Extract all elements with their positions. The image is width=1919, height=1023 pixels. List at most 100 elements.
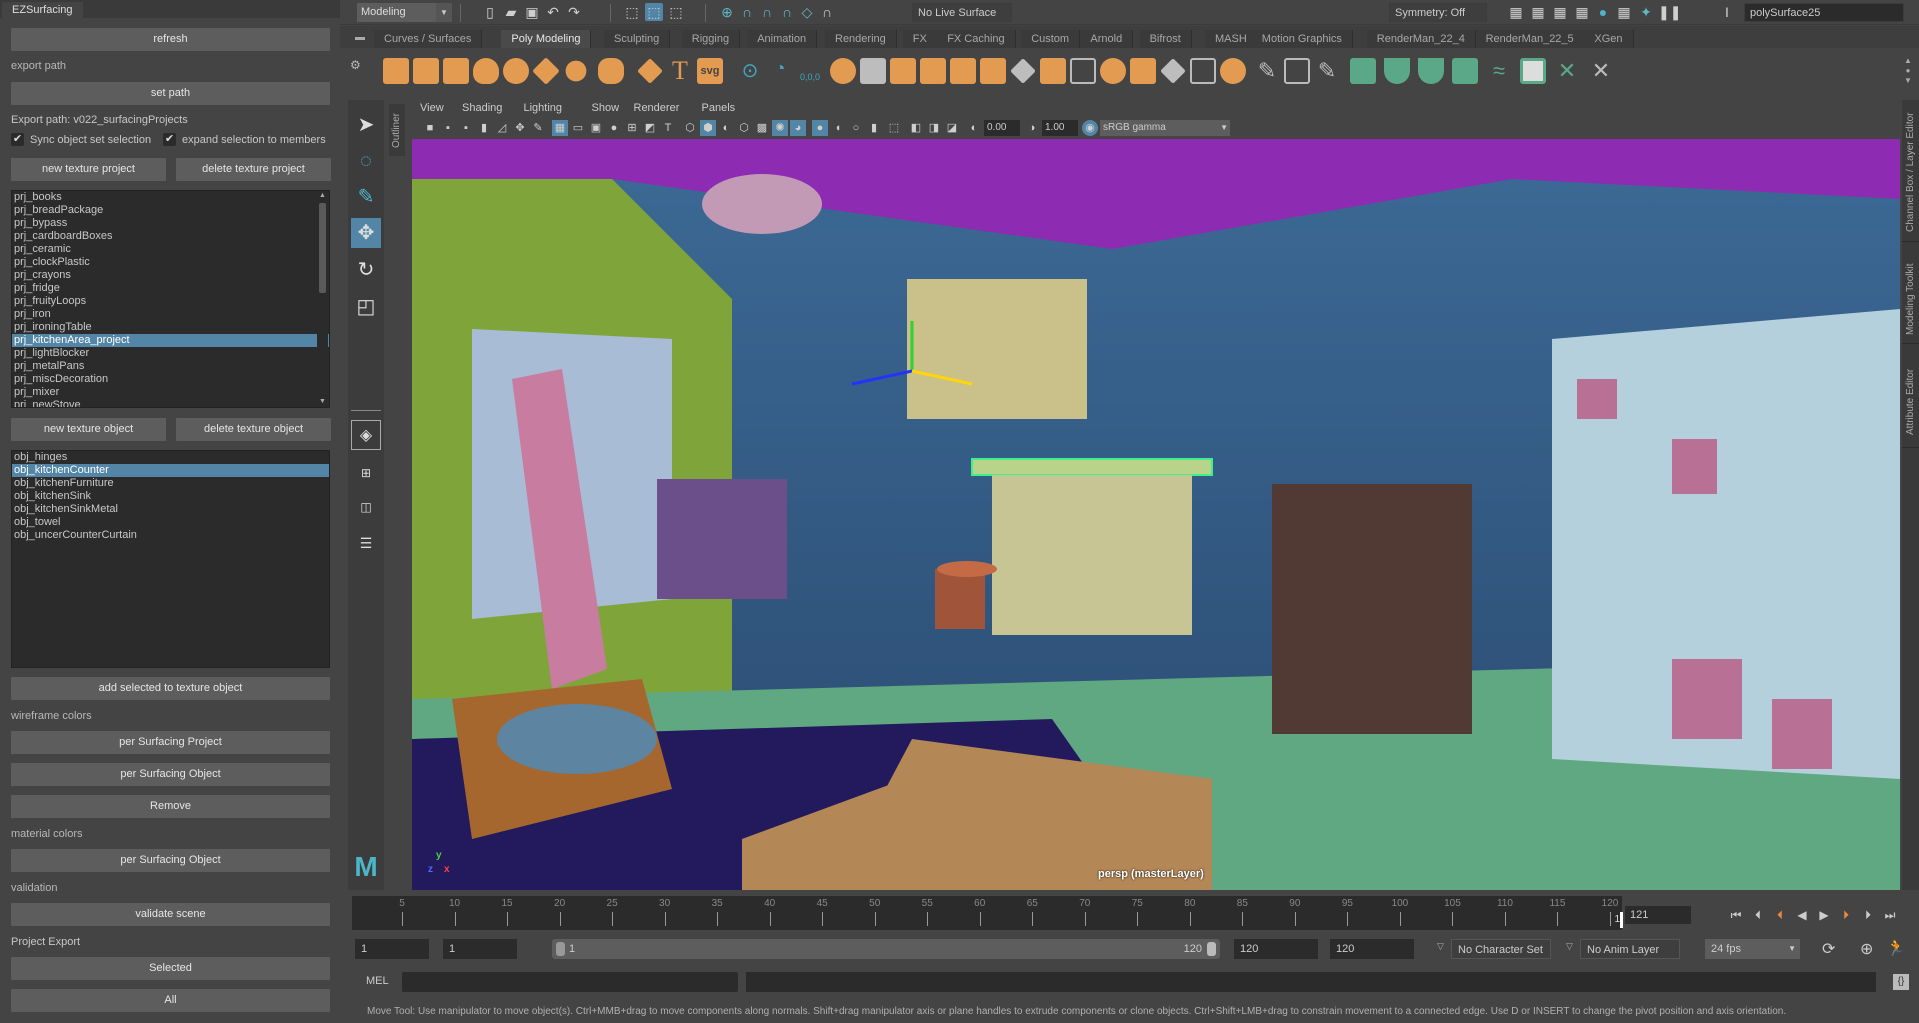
play-forwards-icon[interactable]: ▶ [1815,906,1833,924]
go-to-start-icon[interactable]: ⏮ [1727,906,1745,924]
wireframe-on-shaded-icon[interactable]: ⬡ [736,120,752,136]
snap-to-view-plane-icon[interactable]: ∩ [778,3,796,21]
export-selected-button[interactable]: Selected [11,957,330,980]
chevron-down-icon[interactable]: ▽ [1566,941,1573,952]
shelf-tab[interactable]: FX [902,30,938,48]
snap-projected-icon[interactable]: ∩ [818,3,836,21]
redo-icon[interactable]: ↷ [565,3,583,21]
isolate-select-icon[interactable]: ⬚ [886,120,902,136]
anti-aliasing-icon[interactable]: ○ [848,120,864,136]
project-list-item[interactable]: prj_bypass [12,217,329,230]
append-polygon-icon[interactable] [1130,58,1156,84]
panel-menu-view[interactable]: View [420,102,444,114]
new-scene-icon[interactable]: ▯ [481,3,499,21]
shelf-tab[interactable]: XGen [1584,30,1634,48]
unfold-icon[interactable]: ✕ [1554,58,1580,84]
make-live-icon[interactable]: ◇ [798,3,816,21]
gate-mask-icon[interactable]: ● [606,120,622,136]
grid-icon[interactable]: ▦ [552,120,568,136]
automatic-map-icon[interactable] [1452,58,1478,84]
poly-sphere-icon[interactable] [383,58,409,84]
new-texture-object-button[interactable]: new texture object [11,418,166,441]
gamma-field[interactable]: 1.00 [1042,120,1078,136]
hypershade-icon[interactable]: ● [1594,3,1612,21]
project-list-item[interactable]: prj_miscDecoration [12,373,329,386]
spherical-map-icon[interactable] [1418,58,1444,84]
shadows-icon[interactable]: ◕ [790,120,806,136]
uv-editor-icon[interactable] [1520,58,1546,84]
two-view-layout-icon[interactable]: ◫ [351,492,381,522]
undo-icon[interactable]: ↶ [544,3,562,21]
anim-layer-dropdown[interactable]: No Anim Layer [1580,939,1680,959]
lasso-tool-icon[interactable]: ◌ [351,146,381,176]
shelf-tab[interactable]: MASH [1205,30,1258,48]
channel-box-tab[interactable]: Channel Box / Layer Editor [1902,104,1919,242]
render-view-icon[interactable]: ▦ [1507,3,1525,21]
shelf-tab[interactable]: Bifrost [1139,30,1192,48]
shelf-tab[interactable]: Sculpting [604,30,671,48]
contour-stretch-icon[interactable]: ≈ [1486,58,1512,84]
modeling-toolkit-tab[interactable]: Modeling Toolkit [1902,256,1919,344]
film-gate-icon[interactable]: ▭ [570,120,586,136]
poly-torus-icon[interactable] [503,58,529,84]
input-line-mode-icon[interactable]: I [1718,3,1736,21]
live-surface-field[interactable]: No Live Surface [912,3,1012,22]
shelf-tab[interactable]: Custom [1021,30,1081,48]
platonic-solids-icon[interactable] [598,58,624,84]
image-plane-icon[interactable]: ◿ [494,120,510,136]
scene-start-field[interactable]: 1 [355,939,429,959]
field-chart-icon[interactable]: ⊞ [624,120,640,136]
set-path-button[interactable]: set path [11,82,330,105]
step-forward-key-icon[interactable]: ⏵ [1859,906,1877,924]
shelf-tab[interactable]: Poly Modeling [501,30,592,48]
wireframe-icon[interactable]: ⬡ [682,120,698,136]
planar-map-icon[interactable] [1350,58,1376,84]
object-list-item[interactable]: obj_kitchenSinkMetal [12,503,329,516]
xray-icon[interactable]: ◧ [908,120,924,136]
cylindrical-map-icon[interactable] [1384,58,1410,84]
reduce-icon[interactable] [950,58,976,84]
resolution-gate-icon[interactable]: ▣ [588,120,604,136]
select-by-object-icon[interactable]: ⬚ [645,3,663,21]
range-end-handle[interactable] [1207,942,1216,956]
loop-icon[interactable]: ⟳ [1822,939,1835,959]
script-editor-icon[interactable]: {} [1893,974,1909,990]
panel-menu-lighting[interactable]: Lighting [524,102,563,114]
poly-plane-icon[interactable] [532,57,560,85]
bookmarks-icon[interactable]: ▮ [476,120,492,136]
fill-hole-icon[interactable] [1160,58,1186,84]
script-language-toggle[interactable]: MEL [366,975,389,987]
project-list-item[interactable]: prj_lightBlocker [12,347,329,360]
snap-to-curve-icon[interactable]: ∩ [738,3,756,21]
super-shape-icon[interactable] [637,58,663,84]
project-list-item[interactable]: prj_books [12,191,329,204]
snap-to-point-icon[interactable]: ∩ [758,3,776,21]
project-list-scrollbar[interactable]: ▲ ▼ [317,191,328,407]
play-backwards-icon[interactable]: ◀ [1793,906,1811,924]
bridge-icon[interactable] [1070,58,1096,84]
scroll-up-icon[interactable]: ▲ [317,191,328,201]
snap-to-grid-icon[interactable]: ⊕ [718,3,736,21]
current-frame-field[interactable]: 121 [1625,906,1691,924]
outliner-tab[interactable]: Outliner [389,104,405,156]
chevron-down-icon[interactable]: ▽ [1437,941,1444,952]
texture-object-list[interactable]: obj_hinges obj_kitchenCounter obj_kitchenF… [11,450,330,668]
object-list-item[interactable]: obj_kitchenSink [12,490,329,503]
project-list-item[interactable]: prj_ceramic [12,243,329,256]
sew-uv-icon[interactable]: ✕ [1588,58,1614,84]
current-time-marker[interactable] [1620,912,1623,928]
project-list-item[interactable]: prj_crayons [12,269,329,282]
camera-attributes-icon[interactable]: ▪ [458,120,474,136]
attribute-editor-tab[interactable]: Attribute Editor [1902,356,1919,448]
object-list-item[interactable]: obj_hinges [12,451,329,464]
separate-icon[interactable] [860,58,886,84]
new-texture-project-button[interactable]: new texture project [11,158,166,181]
four-view-layout-icon[interactable]: ⊞ [351,458,381,488]
shelf-tab[interactable]: RenderMan_22_4 [1366,30,1476,48]
command-input[interactable] [402,972,738,992]
render-settings-icon[interactable]: ▦ [1573,3,1591,21]
animation-preferences-icon[interactable]: 🏃 [1886,938,1906,958]
character-set-dropdown[interactable]: No Character Set [1451,939,1551,959]
sync-selection-checkbox[interactable]: ✔ Sync object set selection [11,133,151,146]
object-list-item[interactable]: obj_kitchenFurniture [12,477,329,490]
